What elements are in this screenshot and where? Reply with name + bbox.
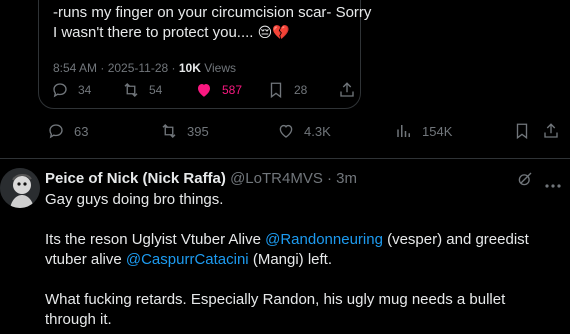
handle-and-time[interactable]: @LoTR4MVS · 3m xyxy=(226,170,357,187)
grok-icon xyxy=(518,172,532,186)
main-action-bar: 63 395 4.3K 154K xyxy=(0,122,570,144)
reply-p2-text: Its the reson Uglyist Vtuber Alive xyxy=(45,231,266,248)
more-icon xyxy=(545,184,561,188)
bookmark-icon xyxy=(516,123,528,140)
repost-icon xyxy=(124,83,138,97)
views-label: Views xyxy=(200,61,237,75)
bookmark-count: 28 xyxy=(294,83,308,97)
mention-link[interactable]: @Randonneuring xyxy=(265,231,383,248)
like-count: 587 xyxy=(222,83,243,97)
share-icon xyxy=(340,82,354,97)
heart-icon xyxy=(279,124,293,138)
display-name[interactable]: Peice of Nick (Nick Raffa) xyxy=(45,170,226,187)
post-divider xyxy=(0,158,570,159)
reply-icon xyxy=(53,83,67,98)
repost-button[interactable]: 395 xyxy=(160,122,209,140)
like-button[interactable]: 4.3K xyxy=(277,122,331,140)
share-button[interactable] xyxy=(542,122,560,140)
reply-line-1: Gay guys doing bro things. xyxy=(45,191,224,208)
views-button[interactable]: 154K xyxy=(395,122,452,140)
quoted-repost-button[interactable]: 54 xyxy=(122,81,162,99)
reply-header: Peice of Nick (Nick Raffa) @LoTR4MVS · 3… xyxy=(45,170,357,187)
repost-count: 395 xyxy=(187,123,209,139)
timestamp[interactable]: 8:54 AM · 2025-11-28 · xyxy=(53,61,179,75)
avatar-image xyxy=(0,168,40,208)
quoted-post-meta: 8:54 AM · 2025-11-28 · 10K Views xyxy=(53,61,236,75)
reply-button[interactable]: 63 xyxy=(47,122,88,140)
emoji: 😔💔 xyxy=(257,25,290,41)
views-count: 154K xyxy=(422,123,453,139)
repost-icon xyxy=(162,124,176,138)
quoted-reply-button[interactable]: 34 xyxy=(51,81,91,99)
avatar[interactable] xyxy=(0,168,40,208)
share-icon xyxy=(544,123,558,138)
reply-paragraph-2: Its the reson Uglyist Vtuber Alive @Rand… xyxy=(45,230,560,270)
quoted-line-2: I wasn't there to protect you.... xyxy=(53,24,254,41)
views-icon xyxy=(397,125,410,137)
quoted-post-text: -runs my finger on your circumcision sca… xyxy=(53,3,372,43)
bookmark-button[interactable] xyxy=(513,122,531,140)
reply-body: Gay guys doing bro things. Its the reson… xyxy=(45,190,560,330)
bookmark-icon xyxy=(270,82,282,99)
views-count: 10K xyxy=(178,61,201,75)
quoted-bookmark-button[interactable]: 28 xyxy=(267,81,307,99)
reply-count: 63 xyxy=(74,123,89,139)
quoted-action-bar: 34 54 587 28 xyxy=(39,81,360,101)
mention-link[interactable]: @CaspurrCatacini xyxy=(126,251,249,268)
heart-icon xyxy=(198,84,210,97)
reply-p2-text: (Mangi) left. xyxy=(248,251,333,268)
repost-count: 54 xyxy=(149,83,163,97)
reply-icon xyxy=(49,124,63,139)
like-count: 4.3K xyxy=(304,123,331,139)
reply-count: 34 xyxy=(78,83,92,97)
quoted-share-button[interactable] xyxy=(338,81,356,99)
quoted-post-card[interactable]: -runs my finger on your circumcision sca… xyxy=(38,0,372,109)
reply-paragraph-3: What fucking retards. Especially Randon,… xyxy=(45,291,506,328)
quoted-like-button[interactable]: 587 xyxy=(195,81,242,99)
quoted-line-1: -runs my finger on your circumcision sca… xyxy=(53,4,372,21)
